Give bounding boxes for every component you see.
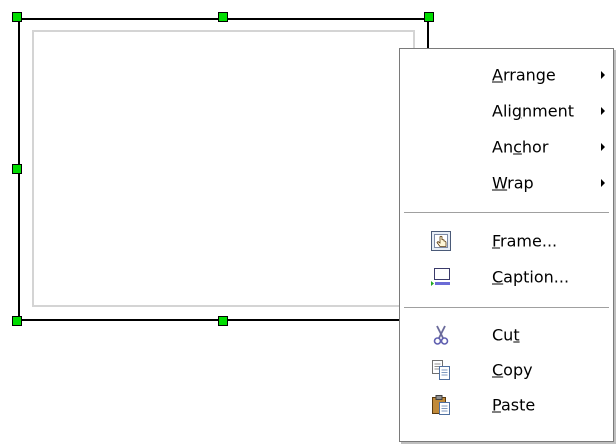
submenu-arrow-icon xyxy=(601,107,605,115)
menu-item-label: Alignment xyxy=(492,101,574,121)
resize-handle-top-right[interactable] xyxy=(424,12,434,22)
menu-item-label: Arrange xyxy=(492,65,556,85)
resize-handle-top-left[interactable] xyxy=(12,12,22,22)
frame-content-area[interactable] xyxy=(32,30,415,307)
resize-handle-middle-left[interactable] xyxy=(12,164,22,174)
menu-item-label: Cut xyxy=(492,325,520,345)
submenu-arrow-icon xyxy=(601,143,605,151)
menu-item-frame[interactable]: Frame... xyxy=(400,223,613,259)
copy-icon xyxy=(430,359,452,381)
submenu-arrow-icon xyxy=(601,71,605,79)
scissors-icon xyxy=(430,324,452,346)
menu-item-label: Wrap xyxy=(492,173,534,193)
menu-item-anchor[interactable]: Anchor xyxy=(400,129,613,165)
menu-item-alignment[interactable]: Alignment xyxy=(400,93,613,129)
menu-separator xyxy=(404,307,609,308)
menu-item-label: Anchor xyxy=(492,137,549,157)
context-menu: Arrange Alignment Anchor Wrap Frame... C… xyxy=(399,48,614,442)
resize-handle-top-center[interactable] xyxy=(218,12,228,22)
menu-item-copy[interactable]: Copy xyxy=(400,352,613,388)
submenu-arrow-icon xyxy=(601,179,605,187)
menu-item-label: Copy xyxy=(492,360,533,380)
resize-handle-bottom-center[interactable] xyxy=(218,316,228,326)
menu-item-label: Caption... xyxy=(492,267,570,287)
menu-item-arrange[interactable]: Arrange xyxy=(400,57,613,93)
resize-handle-bottom-left[interactable] xyxy=(12,316,22,326)
document-canvas: Arrange Alignment Anchor Wrap Frame... C… xyxy=(0,0,616,445)
menu-item-label: Frame... xyxy=(492,231,558,251)
menu-item-label: Paste xyxy=(492,395,536,415)
paste-icon xyxy=(430,394,452,416)
menu-item-wrap[interactable]: Wrap xyxy=(400,165,613,201)
selected-frame[interactable] xyxy=(18,18,429,321)
menu-item-caption[interactable]: Caption... xyxy=(400,259,613,295)
frame-properties-icon xyxy=(430,230,452,252)
caption-icon xyxy=(430,266,452,288)
menu-separator xyxy=(404,212,609,213)
menu-item-paste[interactable]: Paste xyxy=(400,387,613,423)
menu-item-cut[interactable]: Cut xyxy=(400,317,613,353)
